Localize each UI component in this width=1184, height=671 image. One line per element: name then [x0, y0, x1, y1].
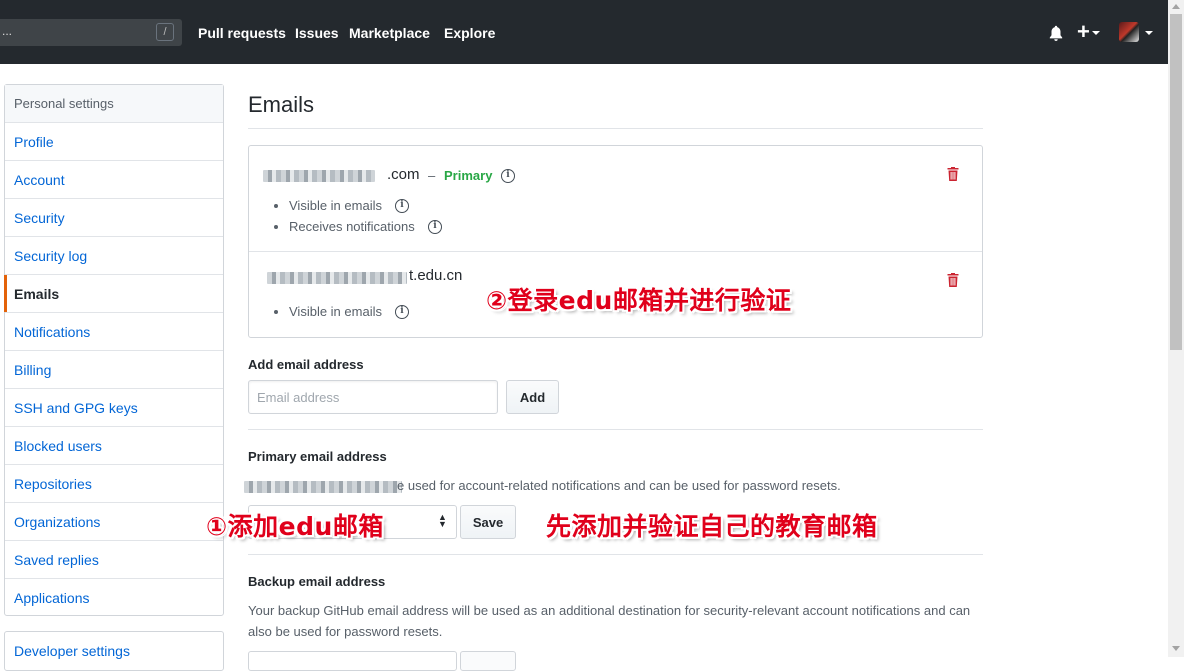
chevron-down-icon[interactable]	[1145, 31, 1153, 35]
redacted-text	[244, 481, 402, 493]
chevron-down-icon	[1091, 31, 1100, 36]
scroll-thumb[interactable]	[1170, 14, 1182, 350]
backup-save-button[interactable]	[460, 651, 516, 671]
info-icon[interactable]: i	[395, 305, 409, 319]
divider	[248, 128, 983, 129]
sidebar-item-organizations[interactable]: Organizations	[5, 503, 223, 541]
trash-icon[interactable]	[947, 273, 959, 287]
list-item: Receives notifications	[274, 219, 415, 234]
select-arrows-icon: ▲ ▼	[438, 512, 447, 529]
settings-sidebar: Personal settings Profile Account Securi…	[4, 84, 224, 616]
redacted-email	[267, 272, 407, 284]
primary-badge: Primary	[444, 168, 493, 183]
page-title: Emails	[248, 92, 315, 117]
email-address: t.edu.cn	[409, 267, 463, 284]
email-address: .com	[387, 166, 420, 183]
divider	[248, 554, 983, 555]
sidebar-item-emails[interactable]: Emails	[4, 275, 223, 313]
divider	[248, 429, 983, 430]
sidebar-item-notifications[interactable]: Notifications	[5, 313, 223, 351]
save-button[interactable]: Save	[460, 505, 516, 539]
search-input[interactable]: ... /	[0, 19, 182, 46]
nav-pull-requests[interactable]: Pull requests	[198, 25, 286, 41]
backup-email-description: Your backup GitHub email address will be…	[248, 603, 971, 639]
create-new-menu[interactable]: +	[1077, 20, 1100, 44]
annotation-step1: ①添加edu邮箱	[206, 512, 384, 541]
sidebar-item-security[interactable]: Security	[5, 199, 223, 237]
primary-email-description: e used for account-related notifications…	[397, 478, 841, 493]
trash-icon[interactable]	[947, 167, 959, 181]
nav-marketplace[interactable]: Marketplace	[349, 25, 430, 41]
add-email-label: Add email address	[248, 357, 364, 372]
scroll-down-arrow[interactable]	[1172, 646, 1180, 651]
avatar[interactable]	[1119, 22, 1139, 42]
sidebar-item-saved-replies[interactable]: Saved replies	[5, 541, 223, 579]
bell-icon[interactable]	[1047, 24, 1065, 42]
sidebar-item-profile[interactable]: Profile	[5, 123, 223, 161]
sidebar-item-account[interactable]: Account	[5, 161, 223, 199]
info-icon[interactable]: i	[428, 220, 442, 234]
search-shortcut-key: /	[156, 23, 174, 41]
add-button[interactable]: Add	[506, 380, 559, 414]
annotation-note: 先添加并验证自己的教育邮箱	[546, 512, 878, 541]
search-text: ...	[2, 24, 13, 38]
separator-dash: –	[428, 168, 436, 183]
list-item: Visible in emails	[274, 304, 382, 319]
primary-email-label: Primary email address	[248, 449, 387, 464]
annotation-step2: ②登录edu邮箱并进行验证	[486, 286, 792, 315]
nav-issues[interactable]: Issues	[295, 25, 339, 41]
top-header: ... / Pull requests Issues Marketplace E…	[0, 0, 1168, 64]
sidebar-item-blocked-users[interactable]: Blocked users	[5, 427, 223, 465]
backup-email-label: Backup email address	[248, 574, 386, 589]
info-icon[interactable]: i	[501, 169, 515, 183]
sidebar-item-billing[interactable]: Billing	[5, 351, 223, 389]
plus-icon: +	[1077, 19, 1090, 44]
backup-email-select[interactable]	[248, 651, 457, 671]
info-icon[interactable]: i	[395, 199, 409, 213]
sidebar-item-ssh-gpg-keys[interactable]: SSH and GPG keys	[5, 389, 223, 427]
sidebar-heading: Personal settings	[5, 85, 223, 123]
email-input[interactable]	[248, 380, 498, 414]
list-item: Visible in emails	[274, 198, 382, 213]
sidebar-item-applications[interactable]: Applications	[5, 579, 223, 617]
sidebar-item-developer-settings[interactable]: Developer settings	[4, 631, 224, 671]
email-row-primary: .com – Primary i Visible in emails i Rec…	[249, 146, 982, 252]
scroll-up-arrow[interactable]	[1172, 4, 1180, 9]
scrollbar[interactable]	[1168, 0, 1184, 657]
redacted-email	[263, 170, 375, 182]
sidebar-item-repositories[interactable]: Repositories	[5, 465, 223, 503]
sidebar-item-security-log[interactable]: Security log	[5, 237, 223, 275]
nav-explore[interactable]: Explore	[444, 25, 495, 41]
